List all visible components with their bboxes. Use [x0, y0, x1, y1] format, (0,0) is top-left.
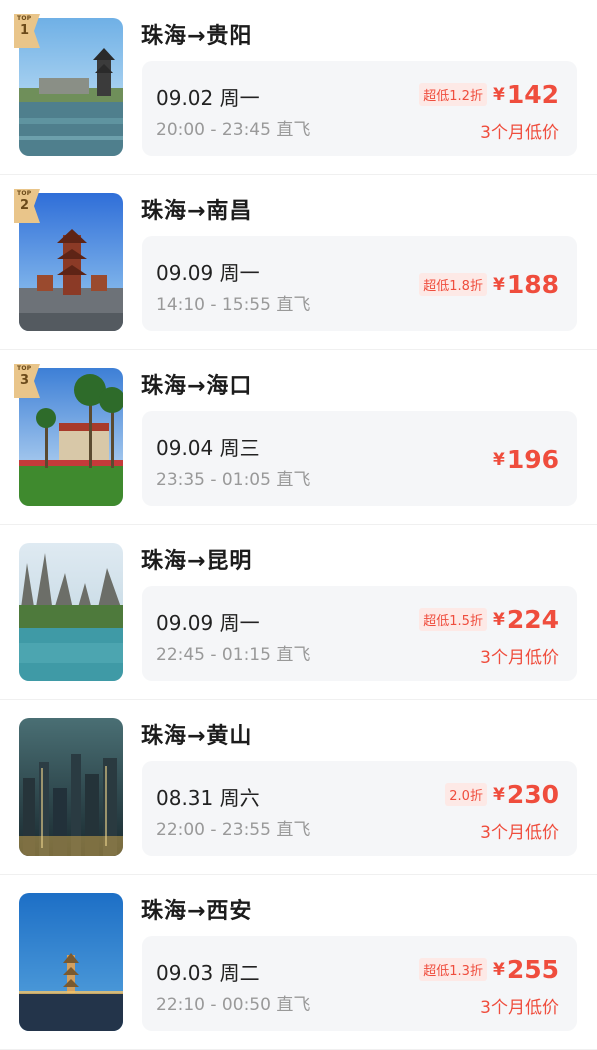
list-item[interactable]: 珠海→昆明 09.09 周一 22:45 - 01:15 直飞 超低1.5折 ¥…: [0, 525, 597, 700]
price-row: 2.0折 ¥ 230: [445, 780, 559, 809]
route-title: 珠海→贵阳: [141, 24, 253, 49]
flight-deal-list: TOP 1 珠海→贵阳 09.02 周一 20:00 - 23:45 直飞 超低…: [0, 0, 597, 1050]
route-title: 珠海→海口: [141, 374, 253, 399]
price: 224: [506, 605, 559, 634]
list-item[interactable]: TOP 2 珠海→南昌 09.09 周一 14:10 - 15:55 直飞 超低…: [0, 175, 597, 350]
flight-date: 09.02 周一: [156, 86, 260, 110]
currency-symbol: ¥: [492, 959, 505, 980]
flight-card[interactable]: 09.02 周一 20:00 - 23:45 直飞 超低1.2折 ¥ 142 3…: [142, 61, 577, 156]
list-item[interactable]: TOP 3 珠海→海口 09.04 周三 23:35 - 01:05 直飞 ¥ …: [0, 350, 597, 525]
flight-time: 22:45 - 01:15 直飞: [156, 645, 311, 665]
currency-symbol: ¥: [492, 84, 505, 105]
rank-badge-top-label: TOP: [17, 190, 32, 197]
flight-time: 23:35 - 01:05 直飞: [156, 470, 311, 490]
flight-date: 08.31 周六: [156, 786, 260, 810]
flight-date: 09.03 周二: [156, 961, 260, 985]
route-title: 珠海→南昌: [141, 199, 253, 224]
list-item[interactable]: 珠海→黄山 08.31 周六 22:00 - 23:55 直飞 2.0折 ¥ 2…: [0, 700, 597, 875]
currency-symbol: ¥: [492, 274, 505, 295]
price: 188: [506, 270, 559, 299]
low-price-note: 3个月低价: [480, 998, 559, 1018]
discount-badge: 超低1.5折: [419, 608, 487, 631]
flight-card[interactable]: 09.09 周一 22:45 - 01:15 直飞 超低1.5折 ¥ 224 3…: [142, 586, 577, 681]
price-row: 超低1.8折 ¥ 188: [419, 270, 559, 299]
list-item[interactable]: 珠海→西安 09.03 周二 22:10 - 00:50 直飞 超低1.3折 ¥…: [0, 875, 597, 1050]
discount-badge: 超低1.3折: [419, 958, 487, 981]
rank-badge-top-label: TOP: [17, 365, 32, 372]
discount-badge: 2.0折: [445, 783, 487, 806]
flight-card[interactable]: 08.31 周六 22:00 - 23:55 直飞 2.0折 ¥ 230 3个月…: [142, 761, 577, 856]
destination-photo: [19, 718, 123, 856]
currency-symbol: ¥: [492, 609, 505, 630]
flight-date: 09.09 周一: [156, 261, 260, 285]
flight-time: 20:00 - 23:45 直飞: [156, 120, 311, 140]
flight-card[interactable]: 09.03 周二 22:10 - 00:50 直飞 超低1.3折 ¥ 255 3…: [142, 936, 577, 1031]
price-row: 超低1.3折 ¥ 255: [419, 955, 559, 984]
currency-symbol: ¥: [492, 784, 505, 805]
rank-badge-top-label: TOP: [17, 15, 32, 22]
low-price-note: 3个月低价: [480, 823, 559, 843]
price: 230: [506, 780, 559, 809]
price: 142: [506, 80, 559, 109]
price-row: ¥ 196: [493, 445, 559, 474]
flight-card[interactable]: 09.04 周三 23:35 - 01:05 直飞 ¥ 196: [142, 411, 577, 506]
list-item[interactable]: TOP 1 珠海→贵阳 09.02 周一 20:00 - 23:45 直飞 超低…: [0, 0, 597, 175]
flight-card[interactable]: 09.09 周一 14:10 - 15:55 直飞 超低1.8折 ¥ 188: [142, 236, 577, 331]
destination-photo: [19, 893, 123, 1031]
rank-badge: TOP 3: [12, 364, 42, 398]
currency-symbol: ¥: [492, 449, 505, 470]
low-price-note: 3个月低价: [480, 123, 559, 143]
flight-time: 22:00 - 23:55 直飞: [156, 820, 311, 840]
price: 196: [506, 445, 559, 474]
route-title: 珠海→西安: [141, 899, 253, 924]
low-price-note: 3个月低价: [480, 648, 559, 668]
rank-number: 3: [20, 373, 30, 388]
route-title: 珠海→昆明: [141, 549, 253, 574]
rank-number: 2: [20, 198, 30, 213]
discount-badge: 超低1.2折: [419, 83, 487, 106]
price-row: 超低1.2折 ¥ 142: [419, 80, 559, 109]
rank-number: 1: [20, 23, 30, 38]
rank-badge: TOP 2: [12, 189, 42, 223]
destination-photo: [19, 543, 123, 681]
price: 255: [506, 955, 559, 984]
price-row: 超低1.5折 ¥ 224: [419, 605, 559, 634]
flight-time: 14:10 - 15:55 直飞: [156, 295, 311, 315]
route-title: 珠海→黄山: [141, 724, 253, 749]
flight-date: 09.09 周一: [156, 611, 260, 635]
flight-time: 22:10 - 00:50 直飞: [156, 995, 311, 1015]
flight-date: 09.04 周三: [156, 436, 260, 460]
discount-badge: 超低1.8折: [419, 273, 487, 296]
rank-badge: TOP 1: [12, 14, 42, 48]
